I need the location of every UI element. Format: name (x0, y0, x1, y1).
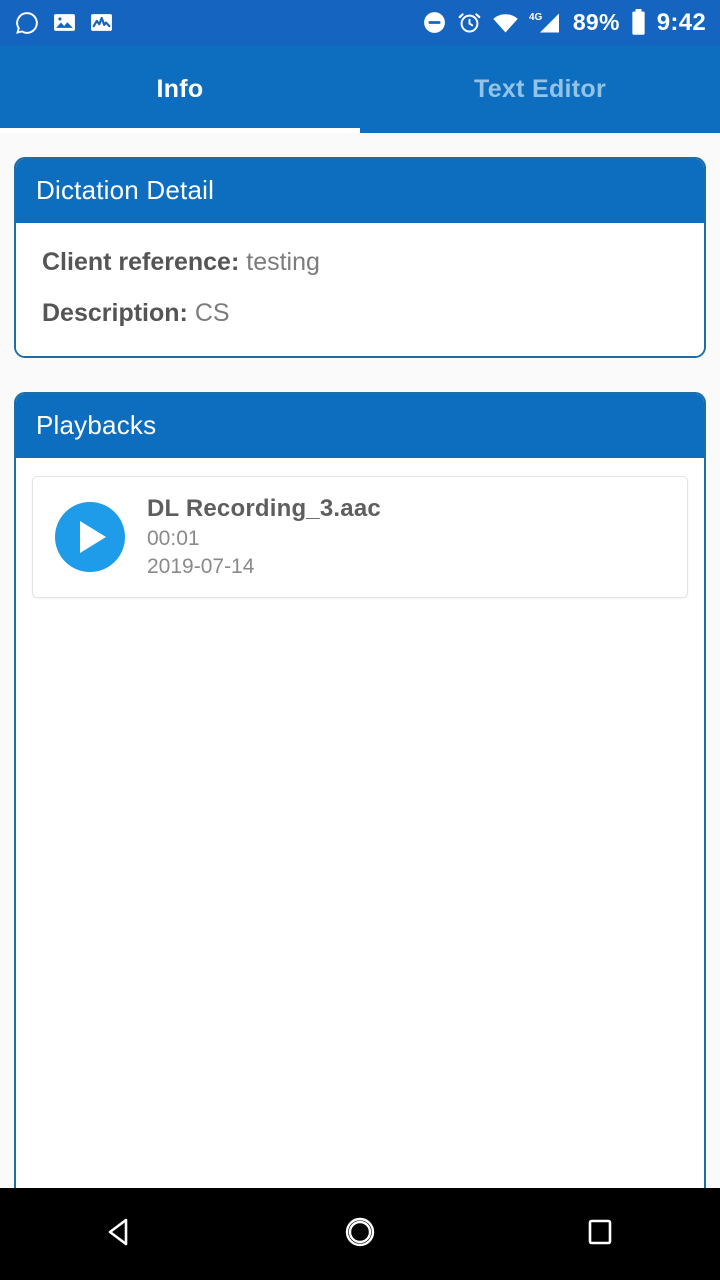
playbacks-body: DL Recording_3.aac 00:01 2019-07-14 (16, 457, 704, 1280)
dictation-detail-card: Dictation Detail Client reference: testi… (14, 157, 706, 358)
playbacks-title: Playbacks (16, 393, 704, 458)
description-row: Description: CS (42, 292, 678, 333)
whatsapp-icon (14, 10, 40, 36)
status-bar-left-icons (14, 10, 114, 36)
alarm-clock-icon (457, 10, 482, 35)
tab-bar: Info Text Editor (0, 45, 720, 133)
recents-button[interactable] (540, 1188, 660, 1280)
card-spacer (14, 358, 706, 392)
description-value: CS (194, 299, 230, 328)
client-reference-value: testing (246, 248, 320, 276)
phone-screen: 4G 89% 9:42 Info Text Editor Dictation D… (0, 0, 720, 1280)
recents-square-icon (582, 1214, 618, 1255)
battery-icon (630, 9, 647, 36)
status-bar-clock: 9:42 (656, 8, 706, 36)
back-button[interactable] (60, 1188, 180, 1280)
dictation-detail-body: Client reference: testing Description: C… (16, 223, 704, 356)
signal-4g-icon: 4G (529, 10, 563, 35)
battery-percent-label: 89% (572, 9, 620, 35)
description-label: Description: (42, 299, 188, 328)
play-triangle (80, 520, 106, 553)
playback-date: 2019-07-14 (147, 554, 255, 578)
svg-text:4G: 4G (529, 12, 543, 23)
pulse-chart-icon (89, 10, 114, 35)
back-triangle-icon (100, 1212, 140, 1257)
client-reference-label: Client reference: (42, 248, 240, 276)
playback-file-name: DL Recording_3.aac (147, 494, 381, 522)
do-not-disturb-icon (422, 10, 447, 35)
android-nav-bar (0, 1188, 720, 1280)
dictation-detail-title: Dictation Detail (16, 159, 704, 223)
playback-duration: 00:01 (147, 526, 200, 550)
client-reference-row: Client reference: testing (42, 241, 678, 292)
content-area: Dictation Detail Client reference: testi… (0, 133, 720, 1280)
tab-text-editor[interactable]: Text Editor (360, 45, 720, 133)
playback-list-item[interactable]: DL Recording_3.aac 00:01 2019-07-14 (32, 475, 688, 598)
playback-meta: DL Recording_3.aac 00:01 2019-07-14 (147, 495, 381, 579)
home-button[interactable] (300, 1188, 420, 1280)
home-circle-icon (339, 1211, 381, 1258)
tab-info[interactable]: Info (0, 45, 360, 133)
play-icon[interactable] (55, 501, 125, 572)
wifi-icon (492, 12, 519, 34)
status-bar: 4G 89% 9:42 (0, 0, 720, 45)
photo-icon (52, 10, 77, 35)
status-bar-right-icons: 4G 89% 9:42 (422, 9, 706, 36)
playbacks-card: Playbacks DL Recording_3.aac 00:01 2019-… (14, 391, 706, 1280)
